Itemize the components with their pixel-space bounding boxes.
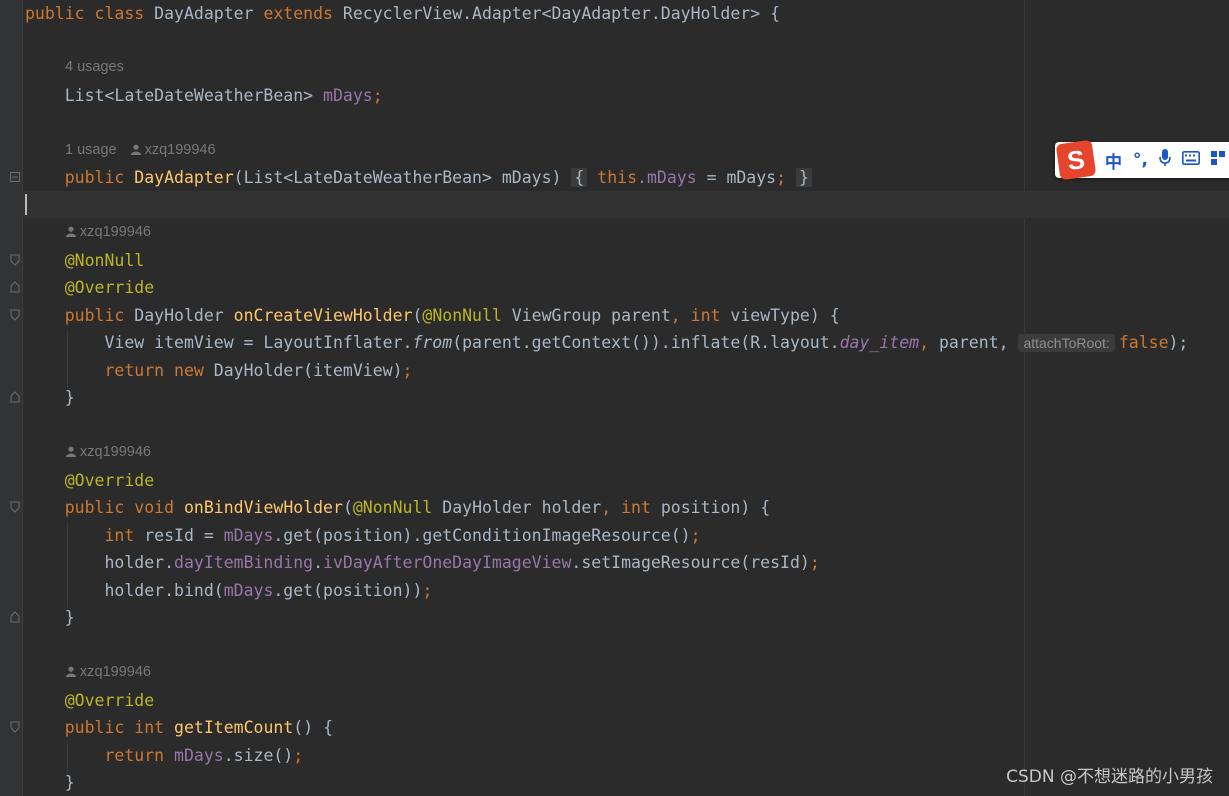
- person-icon: [66, 440, 76, 467]
- fold-marker-icon[interactable]: [10, 611, 20, 623]
- constructor-line: public DayAdapter(List<LateDateWeatherBe…: [25, 164, 812, 191]
- code-line: }: [64, 608, 75, 627]
- annotation-line: @Override: [64, 691, 155, 710]
- person-icon: [66, 220, 76, 247]
- field-declaration-line: List<LateDateWeatherBean> mDays;: [64, 86, 383, 105]
- fold-marker-icon[interactable]: [10, 391, 20, 403]
- author-hint[interactable]: xzq199946: [52, 659, 151, 686]
- code-line: }: [64, 388, 75, 407]
- person-icon: [66, 660, 76, 687]
- microphone-icon[interactable]: [1159, 148, 1171, 172]
- code-line: return mDays.size();: [104, 746, 304, 765]
- right-margin-guide: [1024, 0, 1025, 796]
- annotation-line: @NonNull: [64, 251, 145, 270]
- author-hint[interactable]: xzq199946: [52, 219, 151, 246]
- fold-marker-icon[interactable]: [10, 721, 20, 733]
- annotation-line: @Override: [64, 278, 155, 297]
- folded-region[interactable]: {: [571, 168, 588, 187]
- method-signature-line: public DayHolder onCreateViewHolder(@Non…: [64, 306, 840, 325]
- code-line: int resId = mDays.get(position).getCondi…: [104, 526, 701, 545]
- current-line-highlight: [22, 191, 1229, 218]
- person-icon: [130, 138, 141, 165]
- method-signature-line: public void onBindViewHolder(@NonNull Da…: [64, 498, 771, 517]
- usages-hint[interactable]: 4 usages: [65, 54, 124, 81]
- code-line: }: [64, 773, 75, 792]
- watermark-text: CSDN @不想迷路的小男孩: [1006, 767, 1213, 787]
- ime-language-toggle[interactable]: 中: [1105, 148, 1122, 173]
- parameter-hint: attachToRoot:: [1018, 334, 1115, 352]
- code-line: holder.bind(mDays.get(position));: [104, 581, 433, 600]
- code-line: holder.dayItemBinding.ivDayAfterOneDayIm…: [104, 553, 820, 572]
- fold-marker-icon[interactable]: [10, 171, 20, 183]
- method-signature-line: public int getItemCount() {: [64, 718, 334, 737]
- keyboard-icon[interactable]: [1181, 150, 1200, 170]
- folded-region[interactable]: }: [796, 168, 812, 187]
- fold-marker-icon[interactable]: [10, 501, 20, 513]
- fold-marker-icon[interactable]: [10, 281, 20, 293]
- author-hint[interactable]: xzq199946: [145, 142, 216, 158]
- code-editor[interactable]: public class DayAdapter extends Recycler…: [25, 0, 1188, 792]
- fold-marker-icon[interactable]: [10, 254, 20, 266]
- author-hint[interactable]: xzq199946: [52, 439, 151, 466]
- class-declaration-line: public class DayAdapter extends Recycler…: [25, 4, 781, 23]
- skin-icon[interactable]: [1210, 150, 1225, 170]
- usages-hint[interactable]: 1 usage xzq199946: [65, 137, 216, 164]
- code-line: View itemView = LayoutInflater.from(pare…: [104, 333, 1189, 352]
- annotation-line: @Override: [64, 471, 155, 490]
- fold-marker-icon[interactable]: [10, 309, 20, 321]
- code-line: return new DayHolder(itemView);: [104, 361, 413, 380]
- ime-toolbar[interactable]: S 中 °,: [1055, 139, 1229, 181]
- ime-punctuation-toggle[interactable]: °,: [1133, 150, 1148, 170]
- sogou-logo-icon[interactable]: S: [1055, 139, 1097, 181]
